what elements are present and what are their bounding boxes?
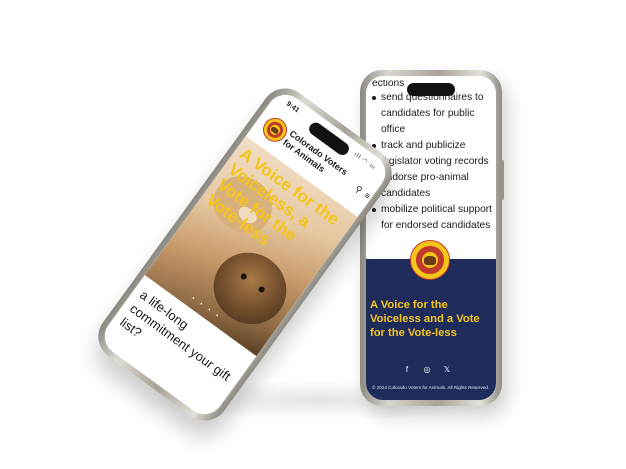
search-icon[interactable]: ⚲: [352, 183, 364, 196]
facebook-icon[interactable]: f: [401, 365, 413, 374]
copyright-label: 2024 Colorado Voters for Animals. All Ri…: [376, 385, 490, 390]
list-item: mobilize political support for endorsed …: [366, 202, 496, 234]
menu-icon[interactable]: ≡: [362, 190, 372, 201]
cvfa-logo[interactable]: [410, 240, 450, 280]
dynamic-island: [407, 83, 455, 96]
power-button: [501, 160, 504, 200]
copyright-text: © 2024 Colorado Voters for Animals. All …: [372, 385, 494, 390]
x-icon[interactable]: 𝕏: [441, 365, 453, 374]
list-item: send questionnaires to candidates for pu…: [366, 90, 496, 138]
left-phone-screen: 9:41 ıll ◠ ▭ Colorado Voters for Animals…: [97, 87, 393, 422]
dog-cat-emblem-icon: [423, 256, 437, 266]
right-phone: ections send questionnaires to candidate…: [358, 70, 504, 406]
right-phone-screen: ections send questionnaires to candidate…: [366, 76, 496, 400]
mockup-scene: ections send questionnaires to candidate…: [0, 0, 626, 469]
copyright-mark: ©: [372, 385, 376, 390]
site-footer: A Voice for the Voiceless and a Vote for…: [366, 259, 496, 400]
footer-tagline: A Voice for the Voiceless and a Vote for…: [370, 299, 480, 339]
instagram-icon[interactable]: ◎: [421, 365, 433, 374]
left-phone: 9:41 ıll ◠ ▭ Colorado Voters for Animals…: [88, 78, 402, 431]
status-time: 9:41: [284, 100, 301, 115]
